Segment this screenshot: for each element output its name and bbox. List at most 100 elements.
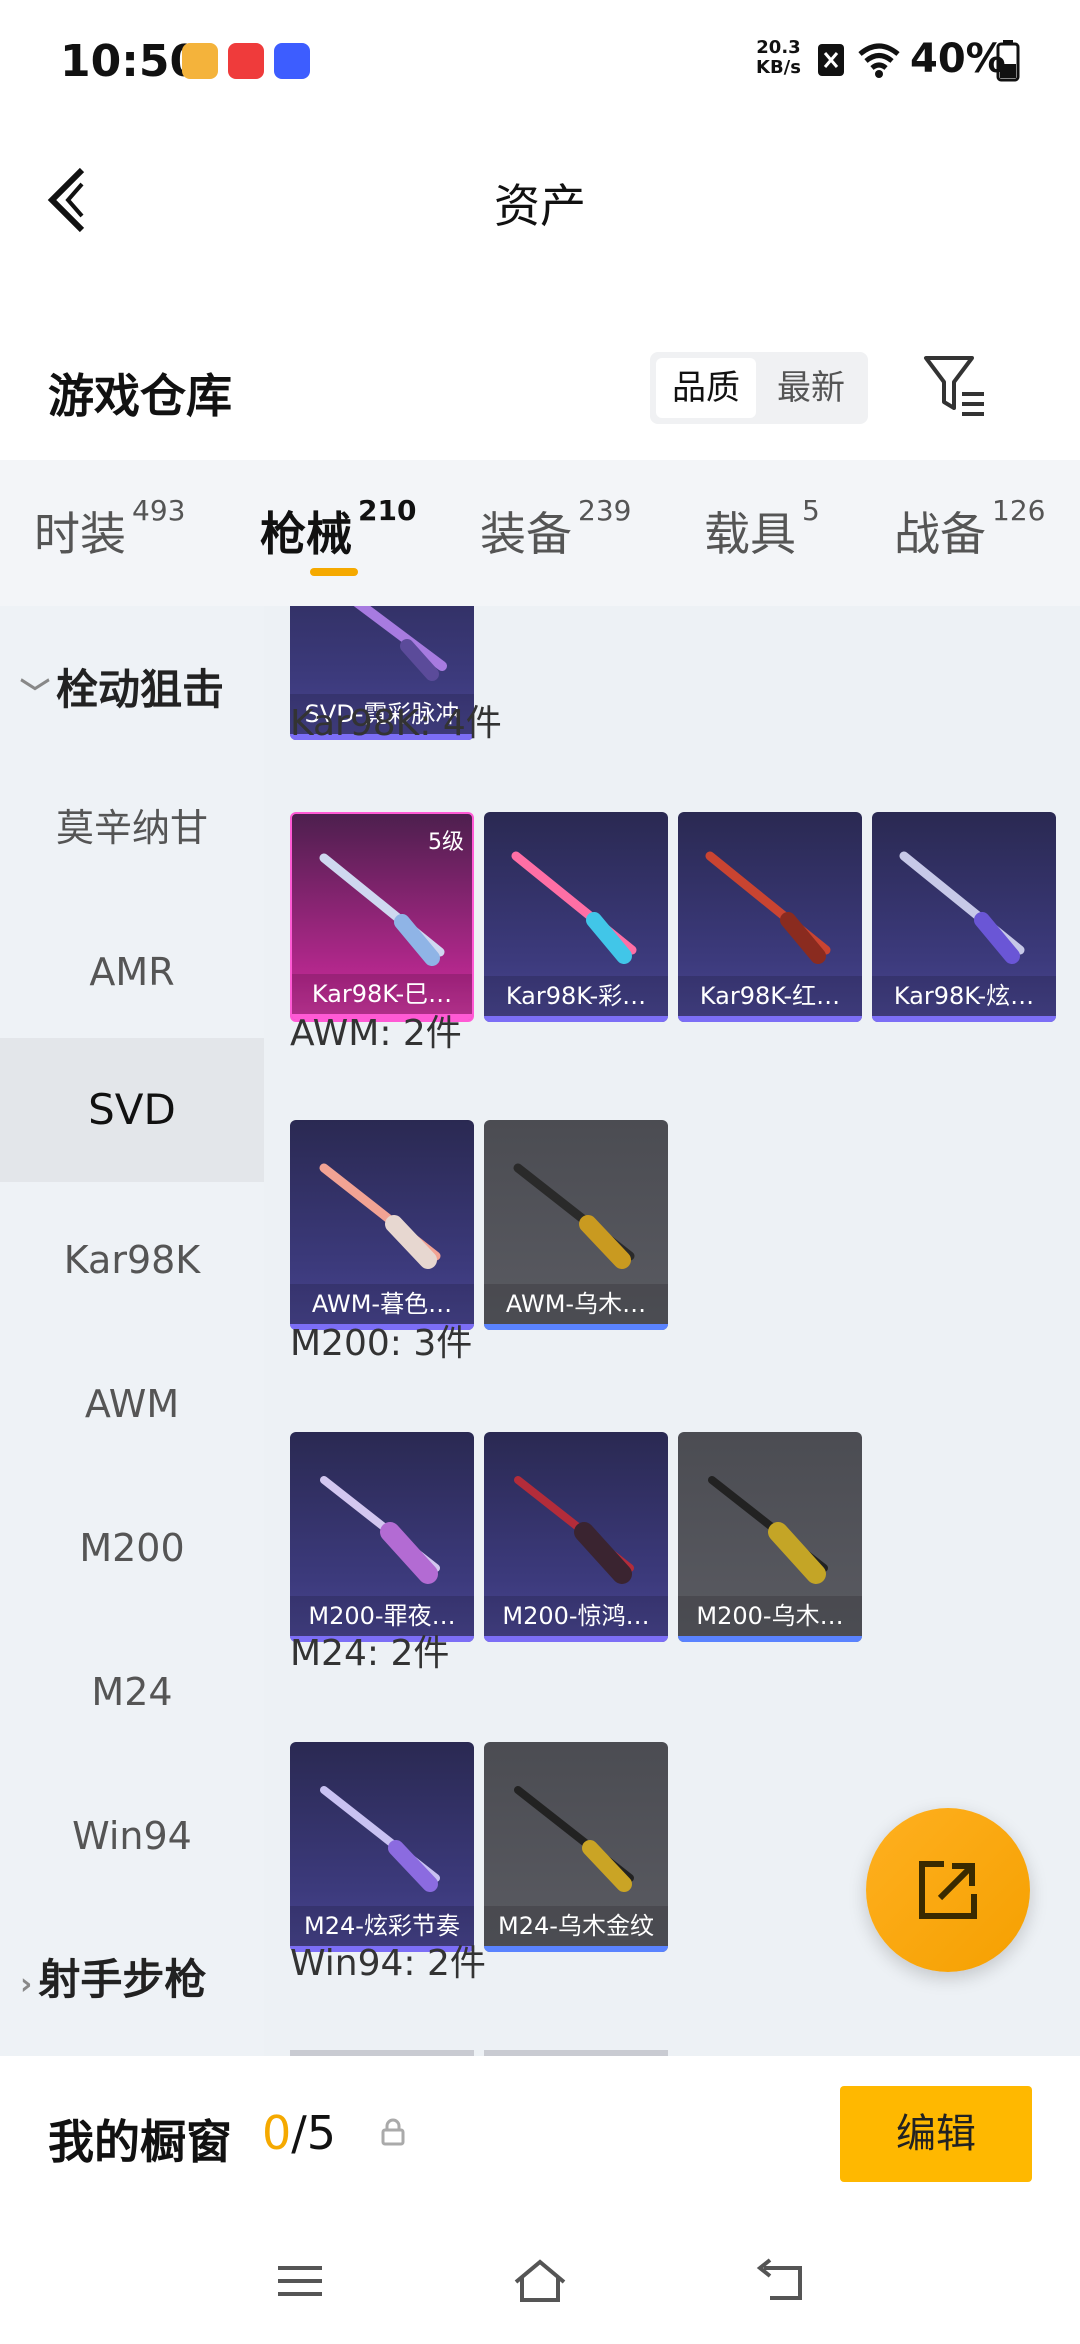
vivo-app-icon bbox=[274, 43, 310, 79]
weapon-card[interactable]: M200-罪夜… bbox=[290, 1432, 474, 1642]
app-icon-1 bbox=[182, 43, 218, 79]
huawei-app-icon bbox=[228, 43, 264, 79]
net-speed-unit: KB/s bbox=[756, 57, 801, 78]
weapon-card-name: AWM-乌木… bbox=[484, 1284, 668, 1324]
filter-icon[interactable] bbox=[920, 352, 990, 422]
showcase-count: 0/5 bbox=[262, 2106, 336, 2160]
section-label: M200: 3件 bbox=[290, 1323, 473, 1364]
status-bar: 10:50 20.3 KB/s 40% bbox=[0, 0, 1080, 120]
sim-off-icon bbox=[818, 44, 844, 76]
sidebar-group-bolt-action[interactable]: ﹀ 栓动狙击 bbox=[20, 656, 224, 717]
weapon-card[interactable]: M24-乌木金纹 bbox=[484, 1742, 668, 1952]
home-nav-icon[interactable] bbox=[510, 2256, 570, 2306]
weapon-card[interactable]: 5级 Kar98K-巳… bbox=[290, 812, 474, 1022]
rarity-bar bbox=[678, 1016, 862, 1022]
share-button[interactable] bbox=[866, 1808, 1030, 1972]
tab-label: 时装 bbox=[34, 507, 126, 561]
rifle-icon bbox=[514, 1476, 634, 1584]
net-speed-value: 20.3 bbox=[756, 37, 801, 58]
weapon-card-name: Kar98K-红… bbox=[678, 976, 862, 1016]
rifle-icon bbox=[514, 1786, 634, 1892]
tab-supplies[interactable]: 战备 126 bbox=[894, 494, 1045, 564]
rarity-bar bbox=[484, 1324, 668, 1330]
tab-count: 126 bbox=[992, 494, 1046, 527]
sidebar-item-svd[interactable]: SVD bbox=[0, 1038, 264, 1182]
sort-quality-button[interactable]: 品质 bbox=[656, 358, 756, 418]
page-title: 资产 bbox=[494, 179, 586, 233]
active-tab-indicator bbox=[310, 568, 358, 576]
net-speed: 20.3 KB/s bbox=[756, 38, 801, 78]
weapon-card-name: Kar98K-炫… bbox=[872, 976, 1056, 1016]
lock-icon bbox=[381, 2118, 405, 2146]
sidebar-item-win94[interactable]: Win94 bbox=[0, 1764, 264, 1908]
sort-newest-button[interactable]: 最新 bbox=[760, 358, 862, 418]
sidebar-item-kar98k[interactable]: Kar98K bbox=[0, 1188, 264, 1332]
rifle-icon bbox=[319, 1163, 441, 1269]
rifle-icon bbox=[319, 853, 445, 966]
back-nav-icon[interactable] bbox=[750, 2256, 810, 2306]
tab-label: 枪械 bbox=[260, 507, 352, 561]
sidebar-group-label: 射手步枪 bbox=[38, 1955, 207, 2004]
weapon-card-name: M24-乌木金纹 bbox=[484, 1906, 668, 1946]
weapon-card-name: M200-惊鸿… bbox=[484, 1596, 668, 1636]
tab-count: 493 bbox=[132, 494, 186, 527]
edit-button[interactable]: 编辑 bbox=[840, 2086, 1032, 2182]
sidebar-group-marksman[interactable]: › 射手步枪 bbox=[20, 1946, 206, 2007]
weapon-card[interactable]: Kar98K-红… bbox=[678, 812, 862, 1022]
menu-nav-icon[interactable] bbox=[270, 2256, 330, 2306]
rarity-bar bbox=[484, 1016, 668, 1022]
weapon-card[interactable]: Kar98K-彩… bbox=[484, 812, 668, 1022]
sidebar-item-m200[interactable]: M200 bbox=[0, 1476, 264, 1620]
rifle-icon bbox=[511, 851, 637, 964]
chevron-right-icon: › bbox=[20, 1967, 33, 2002]
sidebar-item-awm[interactable]: AWM bbox=[0, 1332, 264, 1476]
weapon-card[interactable]: AWM-暮色… bbox=[290, 1120, 474, 1330]
share-icon bbox=[919, 1861, 977, 1919]
section-label: AWM: 2件 bbox=[290, 1013, 462, 1054]
weapon-card-name: M200-乌木… bbox=[678, 1596, 862, 1636]
category-tabs: 时装 493 枪械 210 装备 239 载具 5 战备 126 bbox=[0, 460, 1080, 606]
rifle-icon bbox=[708, 1476, 828, 1584]
rifle-icon bbox=[320, 1476, 440, 1584]
battery-percent: 40% bbox=[910, 36, 1006, 82]
rifle-icon bbox=[320, 1786, 440, 1892]
tab-firearms[interactable]: 枪械 210 bbox=[260, 494, 416, 564]
tab-count: 5 bbox=[802, 494, 820, 527]
sidebar-item-amr[interactable]: AMR bbox=[0, 900, 264, 1044]
showcase-label: 我的橱窗 bbox=[48, 2115, 232, 2169]
wifi-icon bbox=[858, 43, 900, 78]
tab-fashion[interactable]: 时装 493 bbox=[34, 494, 185, 564]
warehouse-title: 游戏仓库 bbox=[48, 369, 232, 423]
tab-label: 载具 bbox=[704, 507, 796, 561]
sidebar-item-mosin[interactable]: 莫辛纳甘 bbox=[0, 756, 264, 900]
showcase-total: /5 bbox=[291, 2106, 337, 2160]
rarity-bar bbox=[484, 1946, 668, 1952]
tab-vehicles[interactable]: 载具 5 bbox=[704, 494, 820, 564]
showcase-panel: 我的橱窗 0/5 编辑 bbox=[0, 2056, 1080, 2344]
rifle-icon bbox=[513, 1163, 635, 1269]
tab-count: 239 bbox=[578, 494, 632, 527]
rarity-bar bbox=[872, 1016, 1056, 1022]
tab-count: 210 bbox=[358, 494, 417, 527]
rifle-icon bbox=[353, 606, 447, 681]
rarity-bar bbox=[484, 1636, 668, 1642]
sidebar-item-m24[interactable]: M24 bbox=[0, 1620, 264, 1764]
rifle-icon bbox=[705, 851, 831, 964]
section-label: Kar98K: 4件 bbox=[290, 703, 502, 744]
section-label: Win94: 2件 bbox=[290, 1943, 486, 1984]
rifle-icon bbox=[899, 851, 1025, 964]
weapon-card[interactable]: M200-惊鸿… bbox=[484, 1432, 668, 1642]
tab-label: 装备 bbox=[480, 507, 572, 561]
section-label: M24: 2件 bbox=[290, 1633, 450, 1674]
status-time: 10:50 bbox=[60, 36, 201, 87]
weapon-card[interactable]: AWM-乌木… bbox=[484, 1120, 668, 1330]
rarity-bar bbox=[678, 1636, 862, 1642]
tab-equipment[interactable]: 装备 239 bbox=[480, 494, 631, 564]
weapon-card[interactable]: M24-炫彩节奏 bbox=[290, 1742, 474, 1952]
weapon-card[interactable]: Kar98K-炫… bbox=[872, 812, 1056, 1022]
weapon-card-name: Kar98K-彩… bbox=[484, 976, 668, 1016]
weapon-card[interactable]: M200-乌木… bbox=[678, 1432, 862, 1642]
showcase-current: 0 bbox=[262, 2106, 292, 2160]
sort-segment: 品质 最新 bbox=[650, 352, 868, 424]
weapon-sidebar: ﹀ 栓动狙击 莫辛纳甘 AMR SVD Kar98K AWM M200 M24 W… bbox=[0, 606, 264, 2056]
